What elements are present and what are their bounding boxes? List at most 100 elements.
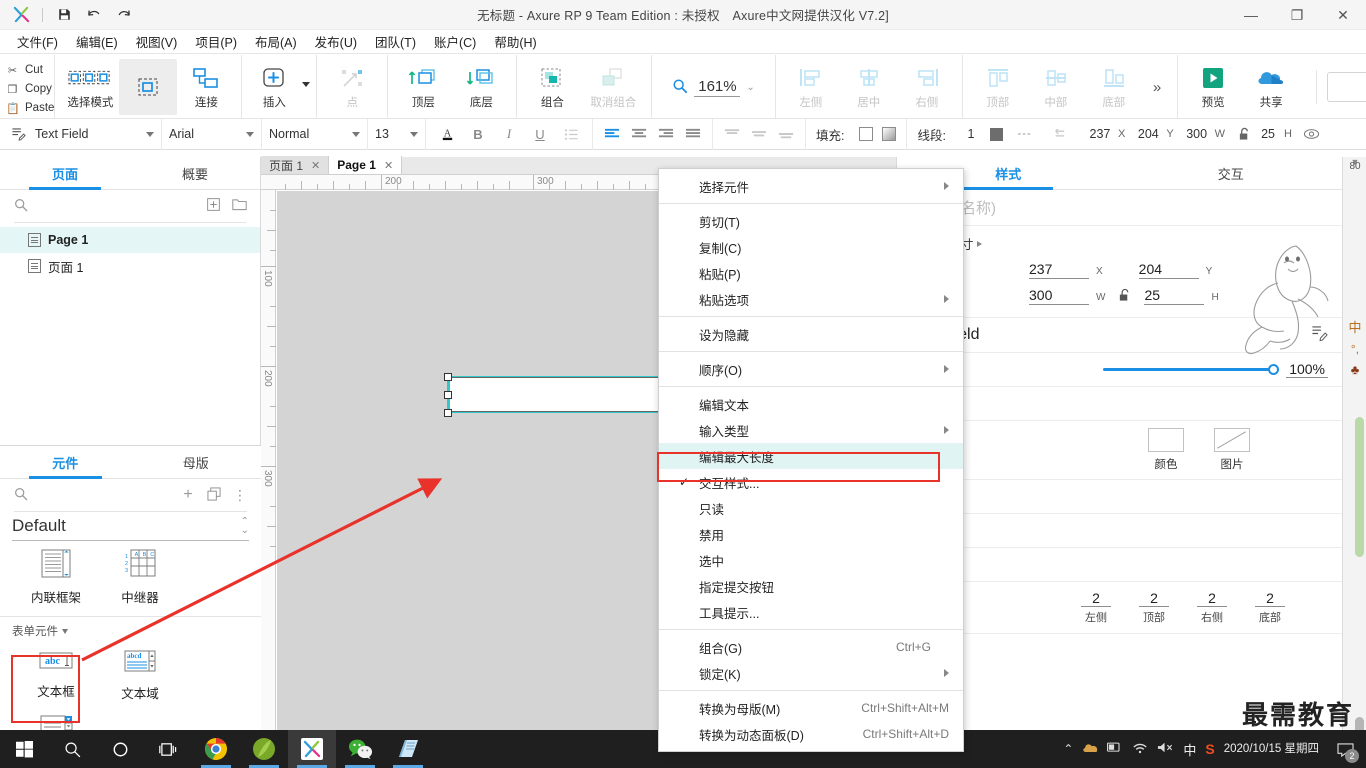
bring-to-front-button[interactable]: 顶层: [394, 59, 452, 115]
align-top-button[interactable]: 顶部: [969, 59, 1027, 115]
paste-button[interactable]: 📋 Paste: [6, 99, 54, 118]
ctx-copy[interactable]: 复制(C): [659, 234, 963, 260]
align-right-button[interactable]: 右侧: [898, 59, 956, 115]
cortana-button[interactable]: [96, 730, 144, 768]
tray-expand-icon[interactable]: ⌃: [1063, 742, 1073, 756]
w-value[interactable]: 300: [1182, 127, 1212, 141]
menu-publish[interactable]: 发布(U): [306, 29, 366, 54]
tray-sogou-icon[interactable]: S: [1205, 741, 1214, 757]
valign-middle-icon[interactable]: [748, 123, 770, 145]
ctx-convert-dynamic-panel[interactable]: 转换为动态面板(D) Ctrl+Shift+Alt+D: [659, 721, 963, 747]
canvas-tab-ym1[interactable]: 页面 1 ✕: [261, 156, 330, 174]
chevron-down-icon[interactable]: ⌄: [746, 82, 754, 93]
close-button[interactable]: ✕: [1320, 0, 1366, 30]
send-to-back-button[interactable]: 底层: [452, 59, 510, 115]
x-value[interactable]: 237: [1029, 261, 1089, 279]
ctx-select-widget[interactable]: 选择元件: [659, 173, 963, 199]
align-text-center-icon[interactable]: [628, 123, 650, 145]
chevron-down-icon[interactable]: [352, 131, 360, 137]
ctx-paste-options[interactable]: 粘贴选项: [659, 286, 963, 312]
tab-widgets[interactable]: 元件: [0, 446, 131, 479]
bullet-list-icon[interactable]: [560, 123, 582, 145]
line-dash-icon[interactable]: [1014, 123, 1036, 145]
italic-icon[interactable]: I: [498, 123, 520, 145]
ctx-order[interactable]: 顺序(O): [659, 356, 963, 382]
maximize-button[interactable]: ❐: [1274, 0, 1320, 30]
ctx-interaction-styles[interactable]: ✓ 交互样式...: [659, 469, 963, 495]
align-bottom-button[interactable]: 底部: [1085, 59, 1143, 115]
widget-repeater[interactable]: A B C 1 2 3 中继器: [98, 543, 182, 612]
point-button[interactable]: 点: [323, 59, 381, 115]
select-single-button[interactable]: [119, 59, 178, 115]
menu-project[interactable]: 项目(P): [186, 29, 246, 54]
ctx-group[interactable]: 组合(G) Ctrl+G: [659, 634, 963, 660]
add-page-icon[interactable]: [204, 198, 222, 214]
minimize-button[interactable]: —: [1228, 0, 1274, 30]
y-value[interactable]: 204: [1138, 261, 1199, 279]
tab-outline[interactable]: 概要: [130, 157, 260, 189]
tab-masters[interactable]: 母版: [131, 446, 262, 478]
edit-style-icon[interactable]: [1311, 325, 1328, 345]
fill-image-button[interactable]: 图片: [1214, 428, 1250, 472]
ctx-disabled[interactable]: 禁用: [659, 521, 963, 547]
menu-account[interactable]: 账户(C): [425, 29, 485, 54]
line-arrow-icon[interactable]: [1047, 123, 1069, 145]
ctx-tooltip[interactable]: 工具提示...: [659, 599, 963, 625]
undo-icon[interactable]: [79, 0, 109, 30]
opacity-slider[interactable]: [1103, 364, 1280, 375]
menu-layout[interactable]: 布局(A): [246, 29, 306, 54]
share-button[interactable]: 共享: [1242, 59, 1300, 115]
widget-text-area[interactable]: abcd 文本域: [98, 643, 182, 708]
fill-gradient-swatch[interactable]: [882, 127, 897, 141]
font-weight-select[interactable]: Normal: [262, 118, 368, 150]
bold-icon[interactable]: B: [467, 123, 489, 145]
unlock-aspect-icon[interactable]: [1118, 288, 1131, 305]
preview-button[interactable]: 预览: [1184, 59, 1242, 115]
ctx-submit-button[interactable]: 指定提交按钮: [659, 573, 963, 599]
toolbar-overflow-button[interactable]: »: [1143, 79, 1171, 96]
ungroup-button[interactable]: 取消组合: [581, 59, 645, 115]
tray-monitor-icon[interactable]: [1107, 742, 1123, 757]
close-icon[interactable]: ✕: [311, 159, 320, 172]
ctx-readonly[interactable]: 只读: [659, 495, 963, 521]
library-sort-icon[interactable]: ⌃ ⌄: [241, 517, 249, 536]
align-left-button[interactable]: 左侧: [782, 59, 840, 115]
menu-edit[interactable]: 编辑(E): [67, 29, 127, 54]
cut-button[interactable]: ✂ Cut: [6, 61, 54, 80]
valign-bottom-icon[interactable]: [775, 123, 797, 145]
select-mode-button[interactable]: 选择模式: [61, 59, 119, 115]
ctx-paste[interactable]: 粘贴(P): [659, 260, 963, 286]
connect-button[interactable]: 连接: [177, 59, 235, 115]
align-text-justify-icon[interactable]: [682, 123, 704, 145]
library-selector[interactable]: Default ⌃ ⌄: [0, 512, 261, 540]
y-field[interactable]: 204 Y: [1138, 261, 1212, 279]
axure-button[interactable]: [288, 730, 336, 768]
tab-pages[interactable]: 页面: [0, 157, 130, 190]
x-value[interactable]: 237: [1085, 127, 1115, 141]
padding-left-value[interactable]: 2: [1081, 590, 1111, 607]
chevron-right-icon[interactable]: [976, 240, 982, 247]
ctx-set-hidden[interactable]: 设为隐藏: [659, 321, 963, 347]
add-library-icon[interactable]: +: [179, 486, 197, 504]
tray-wifi-icon[interactable]: [1132, 741, 1148, 757]
page-item-page-1[interactable]: Page 1: [0, 227, 260, 253]
widget-inline-frame[interactable]: 内联框架: [14, 543, 98, 612]
search-button[interactable]: [48, 730, 96, 768]
redo-icon[interactable]: [109, 0, 139, 30]
zoom-value[interactable]: 161%: [694, 78, 741, 97]
align-middle-button[interactable]: 中部: [1027, 59, 1085, 115]
form-section-label[interactable]: 表单元件: [0, 617, 261, 641]
w-value[interactable]: 300: [1029, 287, 1089, 305]
line-width-value[interactable]: 1: [963, 127, 979, 141]
line-color-swatch[interactable]: [989, 127, 1003, 141]
font-color-icon[interactable]: A: [436, 123, 458, 145]
w-field[interactable]: 300 W: [1029, 287, 1105, 305]
menu-team[interactable]: 团队(T): [366, 29, 425, 54]
padding-bottom-value[interactable]: 2: [1255, 590, 1285, 607]
h-value[interactable]: 25: [1255, 127, 1281, 141]
widget-type-select[interactable]: Text Field: [0, 118, 162, 150]
insert-dropdown-icon[interactable]: [302, 81, 311, 87]
padding-top-value[interactable]: 2: [1139, 590, 1169, 607]
app-green-button[interactable]: [240, 730, 288, 768]
font-family-select[interactable]: Arial: [162, 118, 262, 150]
